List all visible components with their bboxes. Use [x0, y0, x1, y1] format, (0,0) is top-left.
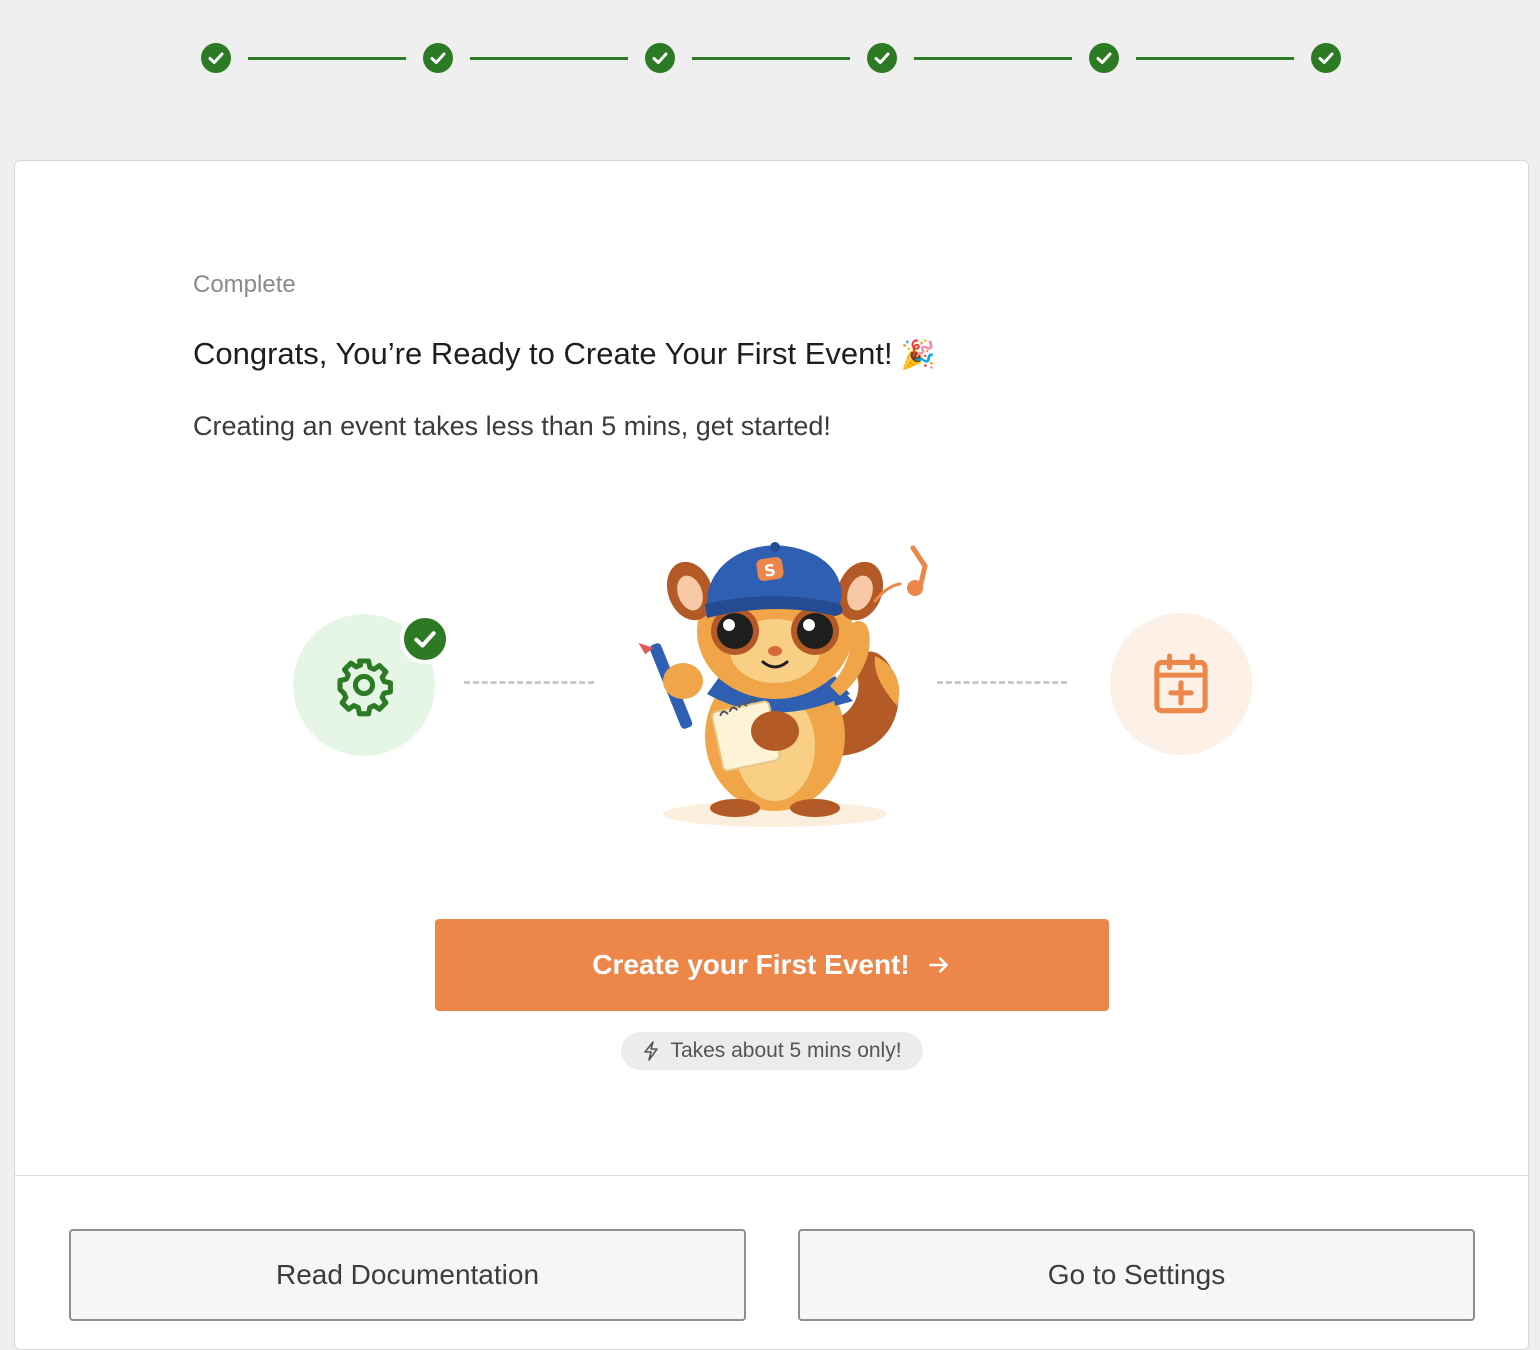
calendar-plus-icon — [1154, 653, 1208, 714]
step-5-check-icon — [1089, 43, 1119, 73]
step-1-check-icon — [201, 43, 231, 73]
step-connector — [692, 57, 850, 60]
step-3-check-icon — [645, 43, 675, 73]
dashed-connector-right — [937, 681, 1067, 684]
step-6-check-icon — [1311, 43, 1341, 73]
step-connector — [914, 57, 1072, 60]
footer-divider — [15, 1175, 1528, 1176]
progress-stepper — [0, 0, 1540, 120]
read-documentation-button[interactable]: Read Documentation — [69, 1229, 746, 1321]
time-estimate-text: Takes about 5 mins only! — [670, 1039, 902, 1062]
mascot-illustration: S — [638, 542, 928, 827]
go-to-settings-button[interactable]: Go to Settings — [798, 1229, 1475, 1321]
create-event-illustration — [1110, 613, 1252, 755]
complete-badge-check-icon — [400, 614, 450, 664]
page-title-text: Congrats, You’re Ready to Create Your Fi… — [193, 336, 893, 371]
page-subtitle: Creating an event takes less than 5 mins… — [193, 411, 831, 441]
step-connector — [1136, 57, 1294, 60]
lightning-icon — [644, 1041, 659, 1061]
time-estimate-badge: Takes about 5 mins only! — [621, 1032, 923, 1070]
step-eyebrow: Complete — [193, 271, 296, 298]
step-connector — [470, 57, 628, 60]
party-popper-icon: 🎉 — [900, 338, 936, 370]
step-2-check-icon — [423, 43, 453, 73]
create-first-event-label: Create your First Event! — [592, 949, 910, 980]
page-title: Congrats, You’re Ready to Create Your Fi… — [193, 336, 936, 372]
arrow-right-icon — [928, 957, 948, 973]
dashed-connector-left — [464, 681, 594, 684]
step-4-check-icon — [867, 43, 897, 73]
create-first-event-button[interactable]: Create your First Event! — [435, 919, 1109, 1011]
gear-icon — [337, 658, 393, 717]
completion-card: Complete Congrats, You’re Ready to Creat… — [14, 160, 1529, 1350]
step-connector — [248, 57, 406, 60]
